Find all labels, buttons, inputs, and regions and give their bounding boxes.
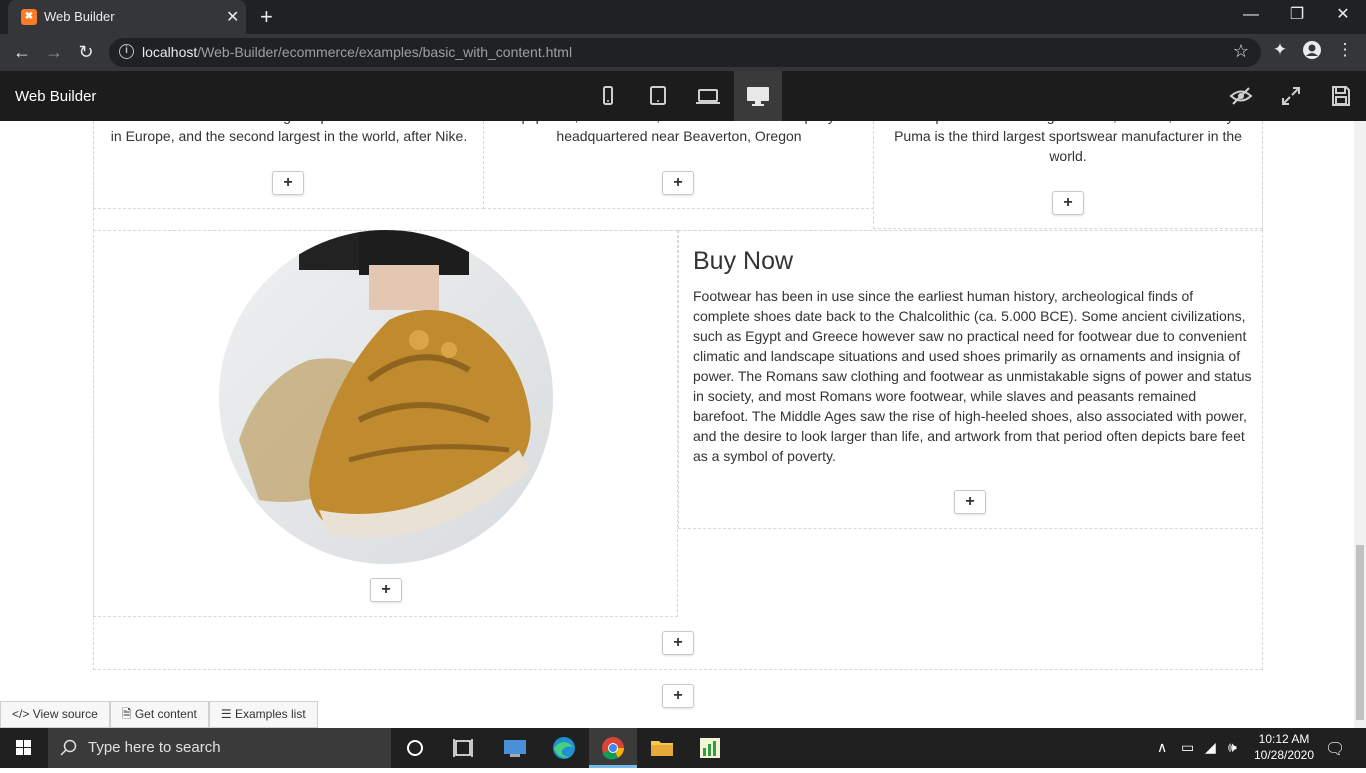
examples-list-button[interactable]: ☰ Examples list <box>208 701 318 728</box>
add-row-button[interactable]: + <box>662 631 694 655</box>
chrome-icon <box>602 737 624 760</box>
column-text-3: headquartered in Herzogenaurach, Bavaria… <box>894 121 1242 164</box>
task-view-button[interactable] <box>439 728 487 768</box>
sneaker-image <box>219 230 553 564</box>
restore-button[interactable]: ❐ <box>1274 4 1320 30</box>
column-text-2: equipment, accessories, and services. Th… <box>509 121 849 144</box>
browser-tab[interactable]: ✖ Web Builder ✕ <box>8 0 246 34</box>
tray-chevron-icon[interactable]: ∧ <box>1157 739 1167 756</box>
xampp-favicon-icon: ✖ <box>21 9 37 25</box>
laptop-view-button[interactable] <box>684 71 732 121</box>
back-icon[interactable]: ← <box>9 40 35 66</box>
clock-time: 10:12 AM <box>1258 732 1310 746</box>
bookmark-star-icon[interactable]: ☆ <box>1233 41 1249 62</box>
save-icon[interactable] <box>1329 84 1353 108</box>
tablet-view-button[interactable] <box>634 71 682 121</box>
url-path: /Web-Builder/ecommerce/examples/basic_wi… <box>197 44 573 60</box>
new-tab-button[interactable]: + <box>260 4 273 30</box>
builder-canvas: and accessories. It is the largest sport… <box>0 121 1354 728</box>
address-bar[interactable]: i localhost/Web-Builder/ecommerce/exampl… <box>109 38 1261 67</box>
forward-icon[interactable]: → <box>41 40 67 66</box>
add-block-button[interactable]: + <box>272 171 304 195</box>
add-block-button[interactable]: + <box>1052 191 1084 215</box>
list-icon: ☰ <box>220 707 235 721</box>
chart-app-icon <box>700 738 720 758</box>
windows-logo-icon <box>16 740 31 755</box>
mobile-view-button[interactable] <box>584 71 632 121</box>
close-window-button[interactable]: ✕ <box>1320 4 1366 30</box>
reload-icon[interactable]: ↻ <box>73 40 99 66</box>
get-content-label: Get content <box>134 707 197 721</box>
column-text-1: and accessories. It is the largest sport… <box>110 121 469 144</box>
browser-titlebar: ✖ Web Builder ✕ + — ❐ ✕ <box>0 0 1366 34</box>
tablet-icon <box>650 86 666 105</box>
chrome-menu-icon[interactable]: ⋮ <box>1333 40 1357 60</box>
preview-eye-icon[interactable] <box>1229 84 1253 108</box>
taskbar-app-file-explorer[interactable] <box>638 728 686 768</box>
page-scrollbar[interactable] <box>1354 121 1366 728</box>
notifications-icon[interactable]: 🗨 <box>1325 739 1345 759</box>
url-host: localhost <box>142 44 198 60</box>
network-icon[interactable]: ◢ <box>1205 739 1216 756</box>
minimize-button[interactable]: — <box>1228 4 1274 30</box>
taskbar-app-edge[interactable] <box>540 728 588 768</box>
edge-icon <box>553 737 575 759</box>
scrollbar-thumb[interactable] <box>1356 545 1364 720</box>
desktop-view-button[interactable] <box>734 71 782 121</box>
taskbar-app-chrome[interactable] <box>589 728 637 768</box>
taskbar-app-desktop[interactable] <box>491 728 539 768</box>
battery-icon[interactable]: ▭ <box>1181 739 1194 756</box>
folder-icon <box>651 741 673 756</box>
extensions-icon[interactable]: ✦ <box>1268 40 1292 60</box>
builder-header: Web Builder <box>0 71 1366 121</box>
add-block-button[interactable]: + <box>370 578 402 602</box>
taskbar-clock[interactable]: 10:12 AM 10/28/2020 <box>1244 731 1324 763</box>
code-icon: </> <box>12 707 33 721</box>
profile-avatar-icon[interactable] <box>1300 40 1324 65</box>
view-source-button[interactable]: </> View source <box>0 701 110 728</box>
feature-heading[interactable]: Buy Now <box>693 247 793 276</box>
site-info-icon[interactable]: i <box>119 44 134 59</box>
windows-start-button[interactable] <box>0 728 48 768</box>
tab-title: Web Builder <box>44 9 115 24</box>
browser-toolbar: ← → ↻ i localhost/Web-Builder/ecommerce/… <box>0 34 1366 71</box>
desktop-app-icon <box>504 740 526 757</box>
clock-date: 10/28/2020 <box>1253 748 1315 762</box>
examples-list-label: Examples list <box>234 707 306 721</box>
task-view-icon <box>453 739 473 757</box>
tab-close-icon[interactable]: ✕ <box>226 7 239 27</box>
windows-taskbar: Type here to search ∧ ▭ ◢ 🕪 10:12 AM 10/… <box>0 728 1366 768</box>
get-content-button[interactable]: 🗎 Get content <box>109 701 209 728</box>
builder-brand: Web Builder <box>15 88 97 105</box>
search-placeholder: Type here to search <box>88 739 221 756</box>
add-block-button[interactable]: + <box>662 171 694 195</box>
laptop-icon <box>696 89 720 104</box>
taskbar-app-chart[interactable] <box>686 728 734 768</box>
view-source-label: View source <box>32 707 98 721</box>
mobile-icon <box>603 86 613 105</box>
search-icon <box>60 739 77 756</box>
cortana-button[interactable] <box>391 728 439 768</box>
taskbar-search-box[interactable]: Type here to search <box>48 728 391 768</box>
volume-icon[interactable]: 🕪 <box>1228 739 1237 756</box>
feature-paragraph[interactable]: Footwear has been in use since the earli… <box>693 286 1253 466</box>
desktop-icon <box>747 87 769 106</box>
add-block-button[interactable]: + <box>954 490 986 514</box>
fullscreen-icon[interactable] <box>1279 84 1303 108</box>
add-section-button[interactable]: + <box>662 684 694 708</box>
cortana-icon <box>407 740 423 756</box>
builder-bottom-bar: </> View source 🗎 Get content ☰ Examples… <box>0 701 318 728</box>
file-icon: 🗎 <box>121 707 135 721</box>
